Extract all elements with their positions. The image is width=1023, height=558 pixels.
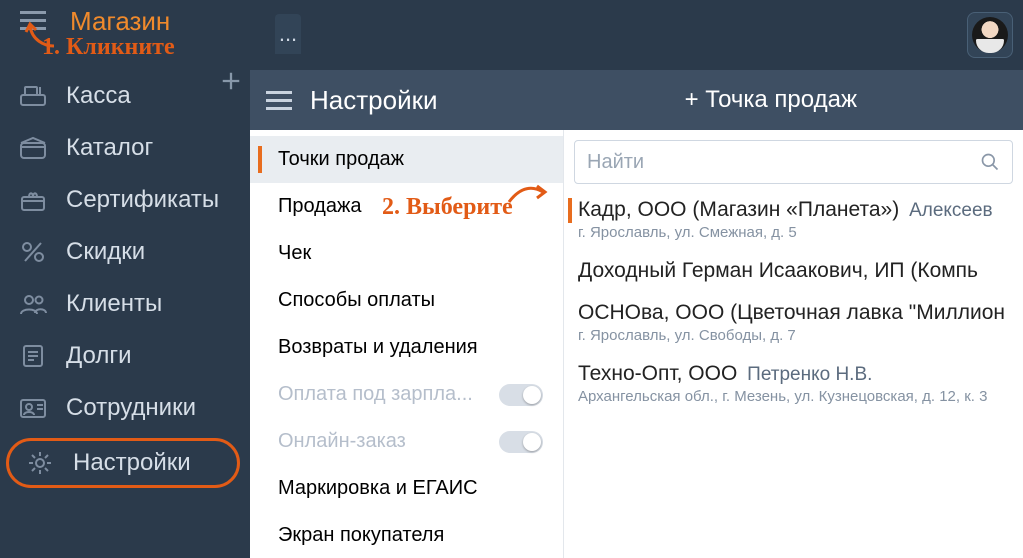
settings-submenu: Точки продаж Продажа Чек Способы оплаты … <box>250 130 564 558</box>
row-subtitle: г. Ярославль, ул. Свободы, д. 7 <box>578 327 1009 344</box>
sidebar-item-catalog[interactable]: Каталог <box>0 122 250 174</box>
row-title: Кадр, ООО (Магазин «Планета») <box>578 198 899 221</box>
sidebar-item-label: Сотрудники <box>66 394 196 422</box>
submenu-label: Экран покупателя <box>278 524 444 547</box>
sidebar-item-label: Долги <box>66 342 132 370</box>
row-secondary: Алексеев <box>909 200 993 221</box>
sidebar-item-label: Скидки <box>66 238 145 266</box>
settings-panel: Настройки + Точка продаж Точки продаж Пр… <box>250 70 1023 558</box>
submenu-returns[interactable]: Возвраты и удаления <box>250 324 563 371</box>
submenu-receipt[interactable]: Чек <box>250 230 563 277</box>
submenu-salary-pay[interactable]: Оплата под зарпла... <box>250 371 563 418</box>
plus-icon[interactable] <box>220 70 242 92</box>
submenu-label: Точки продаж <box>278 148 404 171</box>
submenu-label: Чек <box>278 242 311 265</box>
sidebar-item-clients[interactable]: Клиенты <box>0 278 250 330</box>
submenu-label: Онлайн-заказ <box>278 430 406 453</box>
avatar[interactable] <box>967 12 1013 58</box>
submenu-marking[interactable]: Маркировка и ЕГАИС <box>250 465 563 512</box>
menu-icon[interactable] <box>20 6 48 34</box>
sidebar-item-label: Настройки <box>73 449 191 477</box>
search-box[interactable] <box>574 140 1013 184</box>
add-point-button[interactable]: + Точка продаж <box>685 86 857 114</box>
list-item[interactable]: Доходный Герман Исаакович, ИП (Компь <box>564 251 1023 293</box>
row-title: Техно-Опт, ООО <box>578 362 737 385</box>
sidebar-item-label: Каталог <box>66 134 153 162</box>
row-secondary: Петренко Н.В. <box>747 364 872 385</box>
search-input[interactable] <box>587 151 972 174</box>
submenu-label: Оплата под зарпла... <box>278 383 473 406</box>
list-item[interactable]: Кадр, ООО (Магазин «Планета») Алексеев г… <box>564 190 1023 251</box>
sidebar-item-cash[interactable]: Касса <box>0 70 250 122</box>
submenu-online-order[interactable]: Онлайн-заказ <box>250 418 563 465</box>
gear-icon <box>25 449 55 477</box>
gift-icon <box>18 186 48 214</box>
row-subtitle: Архангельская обл., г. Мезень, ул. Кузне… <box>578 388 1009 405</box>
toggle-icon[interactable] <box>499 431 543 453</box>
sidebar-item-label: Касса <box>66 82 131 110</box>
submenu-label: Способы оплаты <box>278 289 435 312</box>
people-icon <box>18 290 48 318</box>
submenu-label: Продажа <box>278 195 361 218</box>
sidebar-item-debts[interactable]: Долги <box>0 330 250 382</box>
box-icon <box>18 134 48 162</box>
row-title: ОСНОва, ООО (Цветочная лавка "Миллион <box>578 301 1005 324</box>
list-item[interactable]: ОСНОва, ООО (Цветочная лавка "Миллион г.… <box>564 293 1023 354</box>
topbar: Магазин ... <box>0 0 1023 68</box>
search-icon[interactable] <box>980 152 1000 172</box>
shop-label[interactable]: Магазин <box>70 6 170 37</box>
sidebar-item-employees[interactable]: Сотрудники <box>0 382 250 434</box>
sidebar-item-label: Сертификаты <box>66 186 219 214</box>
row-subtitle: г. Ярославль, ул. Смежная, д. 5 <box>578 224 1009 241</box>
percent-icon <box>18 238 48 266</box>
row-title: Доходный Герман Исаакович, ИП (Компь <box>578 259 978 282</box>
submenu-sale[interactable]: Продажа <box>250 183 563 230</box>
receipt-icon <box>18 342 48 370</box>
id-icon <box>18 394 48 422</box>
menu-icon[interactable] <box>266 86 292 115</box>
sidebar-item-certificates[interactable]: Сертификаты <box>0 174 250 226</box>
sidebar: Касса Каталог Сертификаты Скидки Клиенты… <box>0 60 250 558</box>
panel-title: Настройки <box>310 85 438 116</box>
sidebar-item-label: Клиенты <box>66 290 162 318</box>
list-item[interactable]: Техно-Опт, ООО Петренко Н.В. Архангельск… <box>564 354 1023 415</box>
overflow-tab[interactable]: ... <box>275 14 301 54</box>
cash-register-icon <box>18 82 48 110</box>
submenu-points[interactable]: Точки продаж <box>250 136 563 183</box>
submenu-customer-screen[interactable]: Экран покупателя <box>250 512 563 558</box>
panel-header: Настройки + Точка продаж <box>250 70 1023 130</box>
toggle-icon[interactable] <box>499 384 543 406</box>
submenu-label: Маркировка и ЕГАИС <box>278 477 478 500</box>
sidebar-item-discounts[interactable]: Скидки <box>0 226 250 278</box>
submenu-label: Возвраты и удаления <box>278 336 478 359</box>
sidebar-item-settings[interactable]: Настройки <box>6 438 240 488</box>
submenu-payment-methods[interactable]: Способы оплаты <box>250 277 563 324</box>
points-list: Кадр, ООО (Магазин «Планета») Алексеев г… <box>564 130 1023 558</box>
